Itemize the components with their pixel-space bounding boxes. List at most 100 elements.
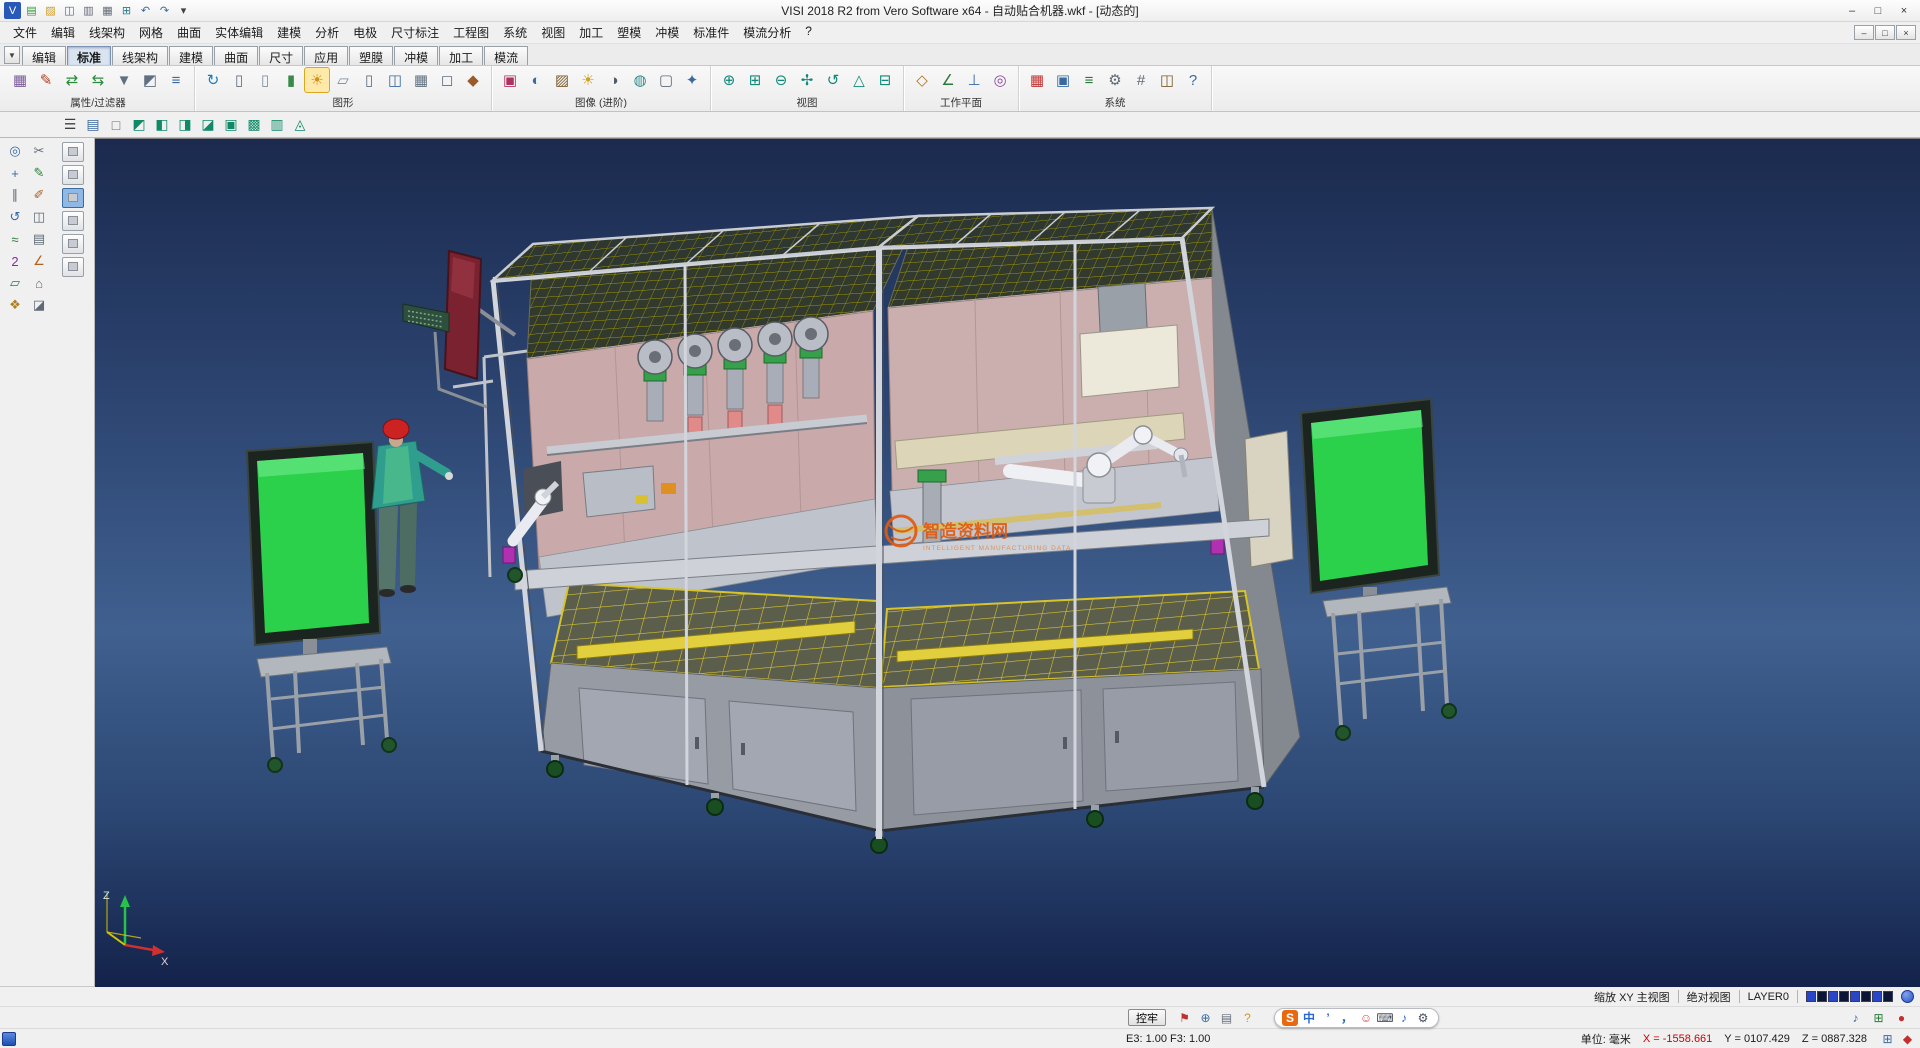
shaded-icon[interactable]: ▮: [279, 68, 303, 92]
color-palette-icon[interactable]: ▦: [1025, 68, 1049, 92]
grid-settings-icon[interactable]: #: [1129, 68, 1153, 92]
offset-icon[interactable]: ≈: [3, 228, 27, 250]
menu-item[interactable]: 塑模: [610, 22, 648, 43]
ime-keyboard-icon[interactable]: ⌨: [1377, 1010, 1393, 1026]
hidden-line-icon[interactable]: ▯: [253, 68, 277, 92]
layer-manager-icon[interactable]: ≡: [1077, 68, 1101, 92]
ime-punct-icon[interactable]: ’: [1320, 1010, 1336, 1026]
ribbon-tab[interactable]: 模流: [484, 46, 528, 65]
sketch-icon[interactable]: ✎: [27, 162, 51, 184]
ribbon-tab[interactable]: 尺寸: [259, 46, 303, 65]
snap-status-icon[interactable]: ⚑: [1176, 1009, 1193, 1026]
menu-item[interactable]: 冲模: [648, 22, 686, 43]
panel-tab-icon[interactable]: [62, 234, 84, 254]
mdi-restore-button[interactable]: □: [1875, 25, 1895, 40]
segment[interactable]: [1872, 991, 1882, 1002]
camera-icon[interactable]: ▢: [654, 68, 678, 92]
settings-gear-icon[interactable]: ⚙: [1103, 68, 1127, 92]
compass-icon[interactable]: [1901, 990, 1914, 1003]
home-icon[interactable]: ⌂: [27, 272, 51, 294]
selection-filter-icon[interactable]: ◩: [138, 68, 162, 92]
screen-config-icon[interactable]: ▣: [1051, 68, 1075, 92]
tab-menu-arrow-icon[interactable]: ▼: [4, 46, 20, 64]
line-color-icon[interactable]: ✎: [34, 68, 58, 92]
textures-icon[interactable]: ▨: [550, 68, 574, 92]
zoom-window-icon[interactable]: ⊞: [743, 68, 767, 92]
pan-icon[interactable]: ✢: [795, 68, 819, 92]
lights-icon[interactable]: ☀: [576, 68, 600, 92]
layer-filter-icon[interactable]: ≡: [164, 68, 188, 92]
menu-item[interactable]: 分析: [308, 22, 346, 43]
workplane-align-icon[interactable]: ∠: [936, 68, 960, 92]
menu-item[interactable]: 网格: [132, 22, 170, 43]
customize-toolbar-icon[interactable]: ▾: [175, 2, 192, 19]
viewport-config-icon[interactable]: ▤: [83, 115, 103, 135]
doc-status-icon[interactable]: ▤: [1218, 1009, 1235, 1026]
lock-toggle-button[interactable]: 控牢: [1128, 1009, 1166, 1026]
menu-item[interactable]: 编辑: [44, 22, 82, 43]
menu-item[interactable]: 模流分析: [736, 22, 798, 43]
shadows-icon[interactable]: ◑: [602, 68, 626, 92]
ribbon-tab[interactable]: 标准: [67, 46, 111, 65]
modify-icon[interactable]: ✐: [27, 184, 51, 206]
copy-icon[interactable]: ⊞: [118, 2, 135, 19]
menu-item[interactable]: 曲面: [170, 22, 208, 43]
ribbon-tab[interactable]: 建模: [169, 46, 213, 65]
menu-item[interactable]: 建模: [270, 22, 308, 43]
undo-icon[interactable]: ↶: [137, 2, 154, 19]
menu-item[interactable]: 系统: [496, 22, 534, 43]
menu-item[interactable]: 工程图: [446, 22, 496, 43]
panel-tab-icon[interactable]: [62, 257, 84, 277]
mirror-icon[interactable]: ◫: [27, 206, 51, 228]
left-view-icon[interactable]: ◪: [198, 115, 218, 135]
ribbon-tab[interactable]: 加工: [439, 46, 483, 65]
menu-item[interactable]: 视图: [534, 22, 572, 43]
menu-item[interactable]: 加工: [572, 22, 610, 43]
cylinder-view-icon[interactable]: ▯: [357, 68, 381, 92]
menu-item[interactable]: 标准件: [686, 22, 736, 43]
menu-item[interactable]: 尺寸标注: [384, 22, 446, 43]
single-view-icon[interactable]: □: [106, 115, 126, 135]
view-normal-icon[interactable]: △: [847, 68, 871, 92]
dynamic-view-icon[interactable]: ◫: [383, 68, 407, 92]
app-icon[interactable]: V: [4, 2, 21, 19]
snapshot-icon[interactable]: ✦: [680, 68, 704, 92]
open-icon[interactable]: ▨: [42, 2, 59, 19]
zoom-fit-icon[interactable]: ⊕: [717, 68, 741, 92]
print-icon[interactable]: ▥: [80, 2, 97, 19]
menu-item[interactable]: 文件: [6, 22, 44, 43]
menu-item[interactable]: 实体编辑: [208, 22, 270, 43]
coord-mode-icon[interactable]: ◆: [1899, 1030, 1916, 1047]
parallel-icon[interactable]: ∥: [3, 184, 27, 206]
ime-fullwidth-icon[interactable]: ，: [1339, 1010, 1355, 1026]
segment[interactable]: [1828, 991, 1838, 1002]
notes-icon[interactable]: ▤: [27, 228, 51, 250]
iso-view-icon[interactable]: ◩: [129, 115, 149, 135]
taskbar-corner-icon[interactable]: [2, 1032, 16, 1046]
segment[interactable]: [1861, 991, 1871, 1002]
ime-bar[interactable]: S中’，☺⌨♪⚙: [1274, 1008, 1439, 1028]
mdi-minimize-button[interactable]: –: [1854, 25, 1874, 40]
redo-icon[interactable]: ↷: [156, 2, 173, 19]
viewport-3d[interactable]: 智造资料网 INTELLIGENT MANUFACTURING DATA Z X: [95, 138, 1920, 986]
ribbon-tab[interactable]: 塑膜: [349, 46, 393, 65]
front-view-icon[interactable]: ◧: [152, 115, 172, 135]
pattern-icon[interactable]: ❖: [3, 294, 27, 316]
edges-icon[interactable]: ◻: [435, 68, 459, 92]
back-view-icon[interactable]: ◨: [175, 115, 195, 135]
render-icon[interactable]: ▣: [498, 68, 522, 92]
panel-tab-icon[interactable]: [62, 188, 84, 208]
maximize-button[interactable]: □: [1866, 2, 1890, 19]
panel-tab-icon[interactable]: [62, 211, 84, 231]
shaded-edges-icon[interactable]: ☀: [305, 68, 329, 92]
view-reference-label[interactable]: 绝对视图: [1687, 989, 1731, 1005]
panel-tab-icon[interactable]: [62, 165, 84, 185]
segment[interactable]: [1806, 991, 1816, 1002]
tray-volume-icon[interactable]: ♪: [1847, 1009, 1864, 1026]
workplane-reset-icon[interactable]: ◎: [988, 68, 1012, 92]
erase-icon[interactable]: ◪: [27, 294, 51, 316]
ime-mode-chinese[interactable]: 中: [1301, 1010, 1317, 1026]
ucs-status-icon[interactable]: ⊕: [1197, 1009, 1214, 1026]
bottom-view-icon[interactable]: ▥: [267, 115, 287, 135]
help-icon[interactable]: ?: [1181, 68, 1205, 92]
